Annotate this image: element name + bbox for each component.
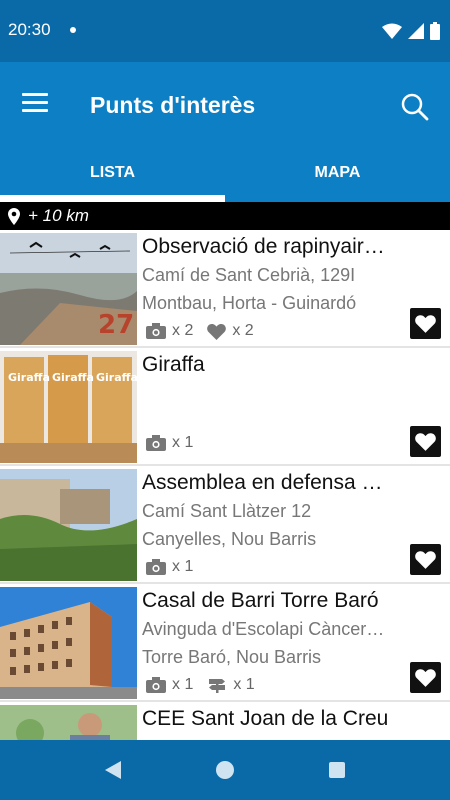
map-pin-icon — [8, 207, 20, 225]
svg-text:Giraffa: Giraffa — [52, 371, 94, 384]
favorite-button[interactable] — [410, 308, 441, 339]
status-bar: 20:30 — [0, 0, 450, 62]
wifi-icon — [382, 23, 402, 39]
tab-indicator — [0, 195, 225, 202]
poi-thumbnail — [0, 587, 137, 699]
poi-list[interactable]: 27 Observació de rapinyair… Camí de Sant… — [0, 230, 450, 740]
tab-lista[interactable]: LISTA — [0, 142, 225, 202]
poi-counts: x 2 x 2 — [146, 322, 262, 340]
home-icon[interactable] — [216, 761, 234, 779]
poi-thumbnail: 27 — [0, 233, 137, 345]
poi-counts: x 1 — [146, 434, 201, 452]
directions-count: x 1 — [233, 676, 255, 693]
heart-icon — [207, 323, 227, 340]
tab-mapa[interactable]: MAPA — [225, 142, 450, 202]
photo-count: x 1 — [172, 676, 194, 693]
photo-count: x 2 — [172, 322, 194, 339]
poi-thumbnail — [0, 705, 137, 740]
svg-text:Giraffa: Giraffa — [8, 371, 50, 384]
page-title: Punts d'interès — [90, 92, 256, 118]
poi-address: Camí Sant Llàtzer 12 — [142, 501, 312, 521]
back-icon[interactable] — [104, 760, 122, 780]
svg-text:27: 27 — [98, 310, 134, 340]
like-count: x 2 — [232, 322, 254, 339]
poi-address: Avinguda d'Escolapi Càncer… — [142, 619, 385, 639]
poi-district: Montbau, Horta - Guinardó — [142, 293, 357, 313]
list-item[interactable]: Assemblea en defensa … Camí Sant Llàtzer… — [0, 466, 450, 584]
app-bar: Punts d'interès — [0, 62, 450, 150]
svg-text:Giraffa: Giraffa — [96, 371, 137, 384]
camera-icon — [146, 435, 166, 451]
heart-icon — [415, 669, 436, 687]
favorite-button[interactable] — [410, 426, 441, 457]
poi-title: Giraffa — [142, 353, 205, 376]
heart-icon — [415, 433, 436, 451]
camera-icon — [146, 323, 166, 339]
poi-address: Camí de Sant Cebrià, 129I — [142, 265, 356, 285]
menu-icon[interactable] — [22, 93, 48, 115]
search-icon[interactable] — [400, 92, 430, 122]
system-nav-bar — [0, 740, 450, 800]
list-item[interactable]: Casal de Barri Torre Baró Avinguda d'Esc… — [0, 584, 450, 702]
camera-icon — [146, 677, 166, 693]
poi-counts: x 1 x 1 — [146, 676, 263, 694]
poi-thumbnail — [0, 469, 137, 581]
notification-dot-icon — [70, 27, 76, 33]
recents-icon[interactable] — [329, 762, 345, 778]
poi-thumbnail: Giraffa Giraffa Giraffa — [0, 351, 137, 463]
distance-label: + 10 km — [28, 206, 89, 225]
cell-signal-icon — [408, 23, 424, 39]
status-icons — [382, 20, 440, 42]
tab-bar: LISTA MAPA — [0, 142, 450, 202]
list-item[interactable]: CEE Sant Joan de la Creu — [0, 702, 450, 740]
poi-district: Canyelles, Nou Barris — [142, 529, 317, 549]
favorite-button[interactable] — [410, 662, 441, 693]
poi-title: Casal de Barri Torre Baró — [142, 589, 379, 612]
tab-label: LISTA — [89, 164, 136, 181]
camera-icon — [146, 559, 166, 575]
poi-title: Observació de rapinyair… — [142, 235, 385, 258]
tab-label: MAPA — [314, 164, 361, 181]
battery-icon — [430, 22, 440, 40]
poi-title: CEE Sant Joan de la Creu — [142, 707, 389, 730]
status-time: 20:30 — [8, 20, 51, 39]
poi-district: Torre Baró, Nou Barris — [142, 647, 322, 667]
signpost-icon — [209, 679, 226, 693]
photo-count: x 1 — [172, 558, 194, 575]
poi-counts: x 1 — [146, 558, 201, 576]
heart-icon — [415, 551, 436, 569]
heart-icon — [415, 315, 436, 333]
distance-filter[interactable]: + 10 km — [0, 202, 450, 230]
favorite-button[interactable] — [410, 544, 441, 575]
poi-title: Assemblea en defensa … — [142, 471, 383, 494]
photo-count: x 1 — [172, 434, 194, 451]
list-item[interactable]: Giraffa Giraffa Giraffa Giraffa x 1 — [0, 348, 450, 466]
list-item[interactable]: 27 Observació de rapinyair… Camí de Sant… — [0, 230, 450, 348]
